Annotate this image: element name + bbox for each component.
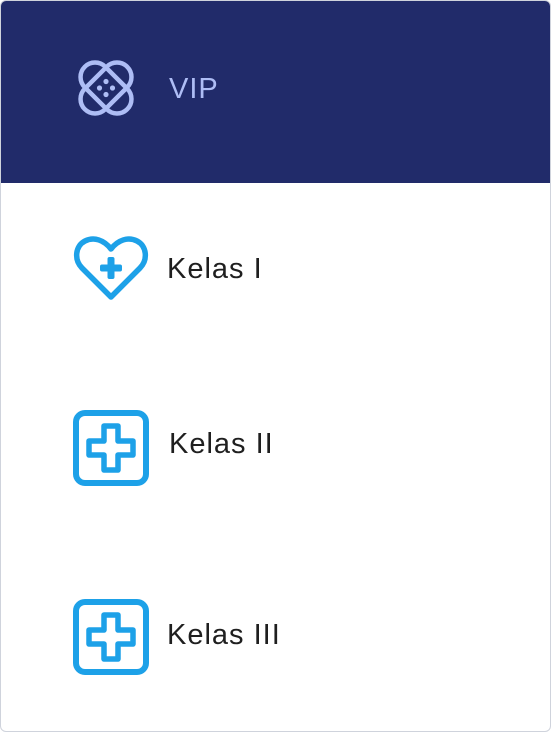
menu-item-kelas-1[interactable]: Kelas I <box>1 183 550 355</box>
menu-item-kelas-2[interactable]: Kelas II <box>1 355 550 535</box>
menu-item-kelas-3[interactable]: Kelas III <box>1 535 550 731</box>
menu-item-vip[interactable]: VIP <box>1 1 550 183</box>
menu-item-label: VIP <box>169 73 219 105</box>
heart-plus-icon <box>73 236 149 307</box>
room-class-menu: VIP Kelas I Kelas II Kelas III <box>0 0 551 732</box>
medical-cross-icon <box>73 599 149 680</box>
menu-item-label: Kelas II <box>169 428 274 460</box>
menu-item-label: Kelas III <box>167 619 281 651</box>
menu-item-label: Kelas I <box>167 253 263 285</box>
medical-cross-icon <box>73 410 149 491</box>
bandage-icon <box>78 59 134 122</box>
